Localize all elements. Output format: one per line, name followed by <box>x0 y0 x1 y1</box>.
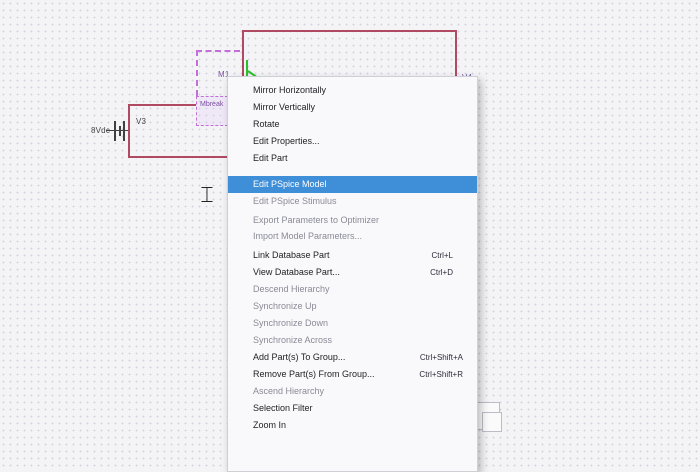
menu-item-synchronize-down[interactable]: Synchronize Down <box>228 315 477 332</box>
part-value-label: Mbreak <box>200 101 224 108</box>
top-wire <box>128 104 196 106</box>
battery-plate-long <box>114 121 116 141</box>
mosfet-part[interactable]: Mbreak <box>196 96 228 126</box>
menu-item-import-model-parameters[interactable]: Import Model Parameters... <box>228 228 477 245</box>
menu-item-edit-properties[interactable]: Edit Properties... <box>228 133 477 150</box>
menu-item-link-database-part[interactable]: Link Database Part Ctrl+L <box>228 247 477 264</box>
menu-item-edit-part[interactable]: Edit Part <box>228 150 477 167</box>
selection-dash-top <box>196 50 240 52</box>
menu-item-edit-pspice-model[interactable]: Edit PSpice Model <box>228 176 477 193</box>
menu-item-zoom-in[interactable]: Zoom In <box>228 417 477 434</box>
source-ref-label: V3 <box>136 117 147 126</box>
upper-left-wire-vertical <box>242 30 244 78</box>
right-wire-vertical <box>455 30 457 78</box>
menu-item-mirror-vertically[interactable]: Mirror Vertically <box>228 99 477 116</box>
left-wire-vertical <box>128 104 130 156</box>
source-value-label: 8Vdc <box>91 126 111 135</box>
menu-item-remove-parts-from-group[interactable]: Remove Part(s) From Group... Ctrl+Shift+… <box>228 366 477 383</box>
battery-plate-short <box>119 126 121 136</box>
shortcut-ctrl-l: Ctrl+L <box>431 251 453 260</box>
pin-marker <box>246 60 248 76</box>
text-cursor-icon: ⌶ <box>200 182 214 207</box>
shortcut-ctrl-shift-r: Ctrl+Shift+R <box>419 370 463 379</box>
selection-dash-left <box>196 50 198 96</box>
menu-item-synchronize-across[interactable]: Synchronize Across <box>228 332 477 349</box>
shortcut-ctrl-d: Ctrl+D <box>430 268 453 277</box>
shortcut-ctrl-shift-a: Ctrl+Shift+A <box>419 353 463 362</box>
right-part-box-2[interactable] <box>482 412 502 432</box>
menu-item-export-parameters[interactable]: Export Parameters to Optimizer <box>228 212 477 229</box>
menu-item-ascend-hierarchy[interactable]: Ascend Hierarchy <box>228 383 477 400</box>
menu-item-descend-hierarchy[interactable]: Descend Hierarchy <box>228 281 477 298</box>
bottom-wire <box>128 156 228 158</box>
menu-item-rotate[interactable]: Rotate <box>228 116 477 133</box>
menu-item-edit-pspice-stimulus[interactable]: Edit PSpice Stimulus <box>228 193 477 210</box>
battery-plate-long-2 <box>123 121 125 141</box>
menu-item-selection-filter[interactable]: Selection Filter <box>228 400 477 417</box>
menu-item-add-parts-to-group[interactable]: Add Part(s) To Group... Ctrl+Shift+A <box>228 349 477 366</box>
menu-item-view-database-part[interactable]: View Database Part... Ctrl+D <box>228 264 477 281</box>
context-menu: Mirror Horizontally Mirror Vertically Ro… <box>227 76 478 472</box>
menu-item-mirror-horizontally[interactable]: Mirror Horizontally <box>228 82 477 99</box>
menu-item-synchronize-up[interactable]: Synchronize Up <box>228 298 477 315</box>
upper-right-wire <box>242 30 456 32</box>
